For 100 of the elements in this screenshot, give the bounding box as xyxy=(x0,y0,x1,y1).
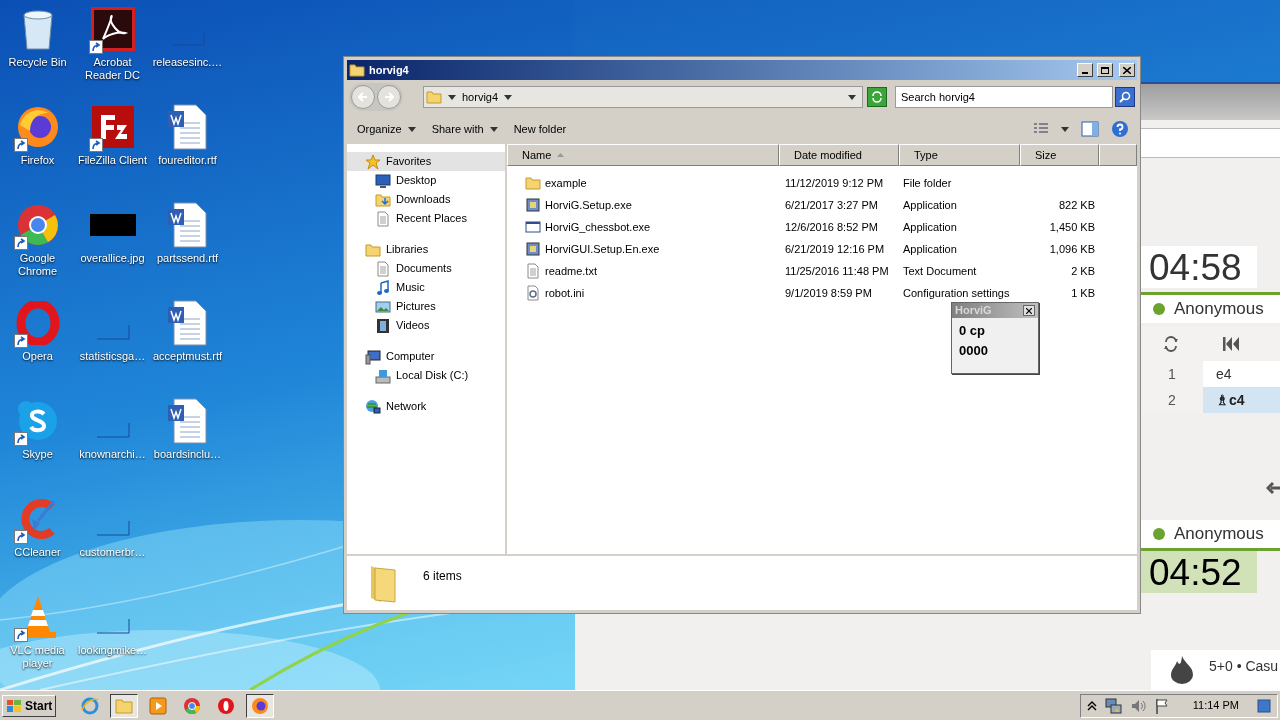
document-swirl-icon[interactable] xyxy=(90,7,135,51)
icon-label[interactable]: Skype xyxy=(0,448,76,461)
file-name: HorviG_chessbot.exe xyxy=(545,219,651,235)
file-row[interactable]: robot.ini 9/1/2019 8:59 PM Configuration settings 1 KB xyxy=(507,282,1137,304)
start-button[interactable]: Start xyxy=(2,694,57,717)
column-header[interactable]: Date modified xyxy=(779,144,899,166)
chat-cloud-icon[interactable] xyxy=(15,399,60,443)
nav-item[interactable]: Libraries xyxy=(347,240,505,259)
shortcut-arrow-icon xyxy=(13,334,28,348)
file-row[interactable]: readme.txt 11/25/2016 11:48 PM Text Document 2 KB xyxy=(507,260,1137,282)
browser-icon[interactable] xyxy=(15,203,60,247)
size-cell-text: 1,096 KB xyxy=(1048,241,1096,257)
icon-label[interactable]: Firefox xyxy=(0,154,76,167)
nav-item[interactable]: Computer xyxy=(347,347,505,366)
icon-label[interactable]: acceptmust.rtf xyxy=(149,350,226,363)
fox-browser-icon[interactable] xyxy=(15,105,60,149)
column-header[interactable]: Size xyxy=(1020,144,1099,166)
file-row[interactable]: HorviG.Setup.exe 6/21/2017 3:27 PM Application 822 KB xyxy=(507,194,1137,216)
landscape-icon xyxy=(375,298,391,315)
type-cell-text: Configuration settings xyxy=(902,285,1011,301)
document-icon[interactable] xyxy=(165,397,210,445)
monitor-icon xyxy=(375,172,391,189)
nav-item[interactable]: Local Disk (C:) xyxy=(347,366,505,385)
file-name: example xyxy=(545,175,587,191)
close-button[interactable] xyxy=(1023,305,1035,316)
icon-label[interactable]: knownarchi… xyxy=(74,448,151,461)
document-icon[interactable] xyxy=(165,103,210,151)
flip-board-icon[interactable] xyxy=(1163,336,1179,352)
refresh-button[interactable] xyxy=(867,87,887,107)
search-button[interactable] xyxy=(1115,87,1135,107)
address-bar[interactable]: horvig4 xyxy=(423,86,863,108)
column-header[interactable]: Type xyxy=(899,144,1020,166)
nav-item[interactable]: Downloads xyxy=(347,190,505,209)
nav-item[interactable]: Favorites xyxy=(347,152,505,171)
help-icon[interactable] xyxy=(1111,120,1129,138)
nav-item[interactable]: Music xyxy=(347,278,505,297)
view-list-icon[interactable] xyxy=(1033,122,1049,136)
move-cell[interactable]: e4 xyxy=(1203,361,1280,387)
forward-button[interactable] xyxy=(377,85,401,109)
column-header[interactable]: Name xyxy=(507,144,779,166)
game-clock: 04:52 xyxy=(1141,551,1257,593)
date-cell-text: 6/21/2017 3:27 PM xyxy=(784,197,879,213)
icon-label[interactable]: partssend.rtf xyxy=(149,252,226,265)
flag-icon[interactable] xyxy=(1154,697,1169,714)
file-name: readme.txt xyxy=(545,263,597,279)
folder-icon xyxy=(426,89,442,105)
shortcut-arrow-icon xyxy=(13,628,28,642)
installer-icon xyxy=(525,241,541,257)
search-field[interactable]: Search horvig4 xyxy=(895,86,1113,108)
tile-icon[interactable] xyxy=(90,105,135,149)
icon-label[interactable]: overallice.jpg xyxy=(74,252,151,265)
arrow-left-icon[interactable] xyxy=(1266,481,1280,495)
nav-item[interactable]: Recent Places xyxy=(347,209,505,228)
file-name: HorviG.Setup.exe xyxy=(545,197,632,213)
preview-pane-icon[interactable] xyxy=(1081,121,1099,137)
nav-item[interactable]: Videos xyxy=(347,316,505,335)
maximize-button[interactable] xyxy=(1097,63,1113,77)
icon-label[interactable]: Acrobat Reader DC xyxy=(74,56,151,82)
document-icon[interactable] xyxy=(165,201,210,249)
arrow-right-icon xyxy=(384,92,394,102)
clock[interactable]: 11:14 PM xyxy=(1192,697,1239,714)
chevron-up-icon[interactable] xyxy=(1086,700,1097,711)
page-icon xyxy=(375,210,391,227)
icon-label[interactable]: Google Chrome xyxy=(0,252,76,278)
back-button[interactable] xyxy=(351,85,375,109)
caret-icon xyxy=(448,94,456,100)
nav-item[interactable]: Pictures xyxy=(347,297,505,316)
refresh-icon xyxy=(871,91,883,103)
toolbar-button[interactable]: New folder xyxy=(511,118,569,140)
type-cell-text: File folder xyxy=(902,175,953,191)
download-folder-icon xyxy=(375,191,391,208)
nav-item[interactable]: Documents xyxy=(347,259,505,278)
icon-label[interactable]: statisticsga… xyxy=(74,350,151,363)
toolbar-button[interactable]: Share with xyxy=(429,118,500,140)
file-row[interactable]: HorviGUI.Setup.En.exe 6/21/2019 12:16 PM Application 1,096 KB xyxy=(507,238,1137,260)
sort-arrow-icon xyxy=(557,153,565,157)
file-row[interactable]: HorviG_chessbot.exe 12/6/2016 8:52 PM Application 1,450 KB xyxy=(507,216,1137,238)
network-icon[interactable] xyxy=(1104,697,1123,714)
icon-label[interactable]: FileZilla Client xyxy=(74,154,151,167)
document-icon[interactable] xyxy=(165,299,210,347)
skip-back-icon[interactable] xyxy=(1223,337,1239,351)
globe-icon xyxy=(365,398,381,415)
move-cell[interactable]: ♗c4 xyxy=(1203,387,1280,413)
icon-label[interactable]: Recycle Bin xyxy=(0,56,76,69)
nav-item[interactable]: Desktop xyxy=(347,171,505,190)
image-icon[interactable] xyxy=(89,214,136,236)
icon-label[interactable]: Opera xyxy=(0,350,76,363)
ring-icon[interactable] xyxy=(15,301,60,345)
shortcut-arrow-icon xyxy=(88,138,103,152)
toolbar-button[interactable]: Organize xyxy=(355,118,418,140)
file-row[interactable]: example 11/12/2019 9:12 PM File folder xyxy=(507,172,1137,194)
minimize-button[interactable] xyxy=(1077,63,1093,77)
engine-readout: 0000 xyxy=(959,342,989,360)
game-info: 5+0 • Casu xyxy=(1209,656,1279,676)
nav-item[interactable]: Network xyxy=(347,397,505,416)
caret-icon xyxy=(489,126,498,132)
icon-label[interactable]: releasesinc.… xyxy=(149,56,226,69)
icon-label[interactable]: foureditor.rtf xyxy=(149,154,226,167)
move-number: 2 xyxy=(1167,390,1177,410)
show-desktop-icon[interactable] xyxy=(1257,697,1271,714)
